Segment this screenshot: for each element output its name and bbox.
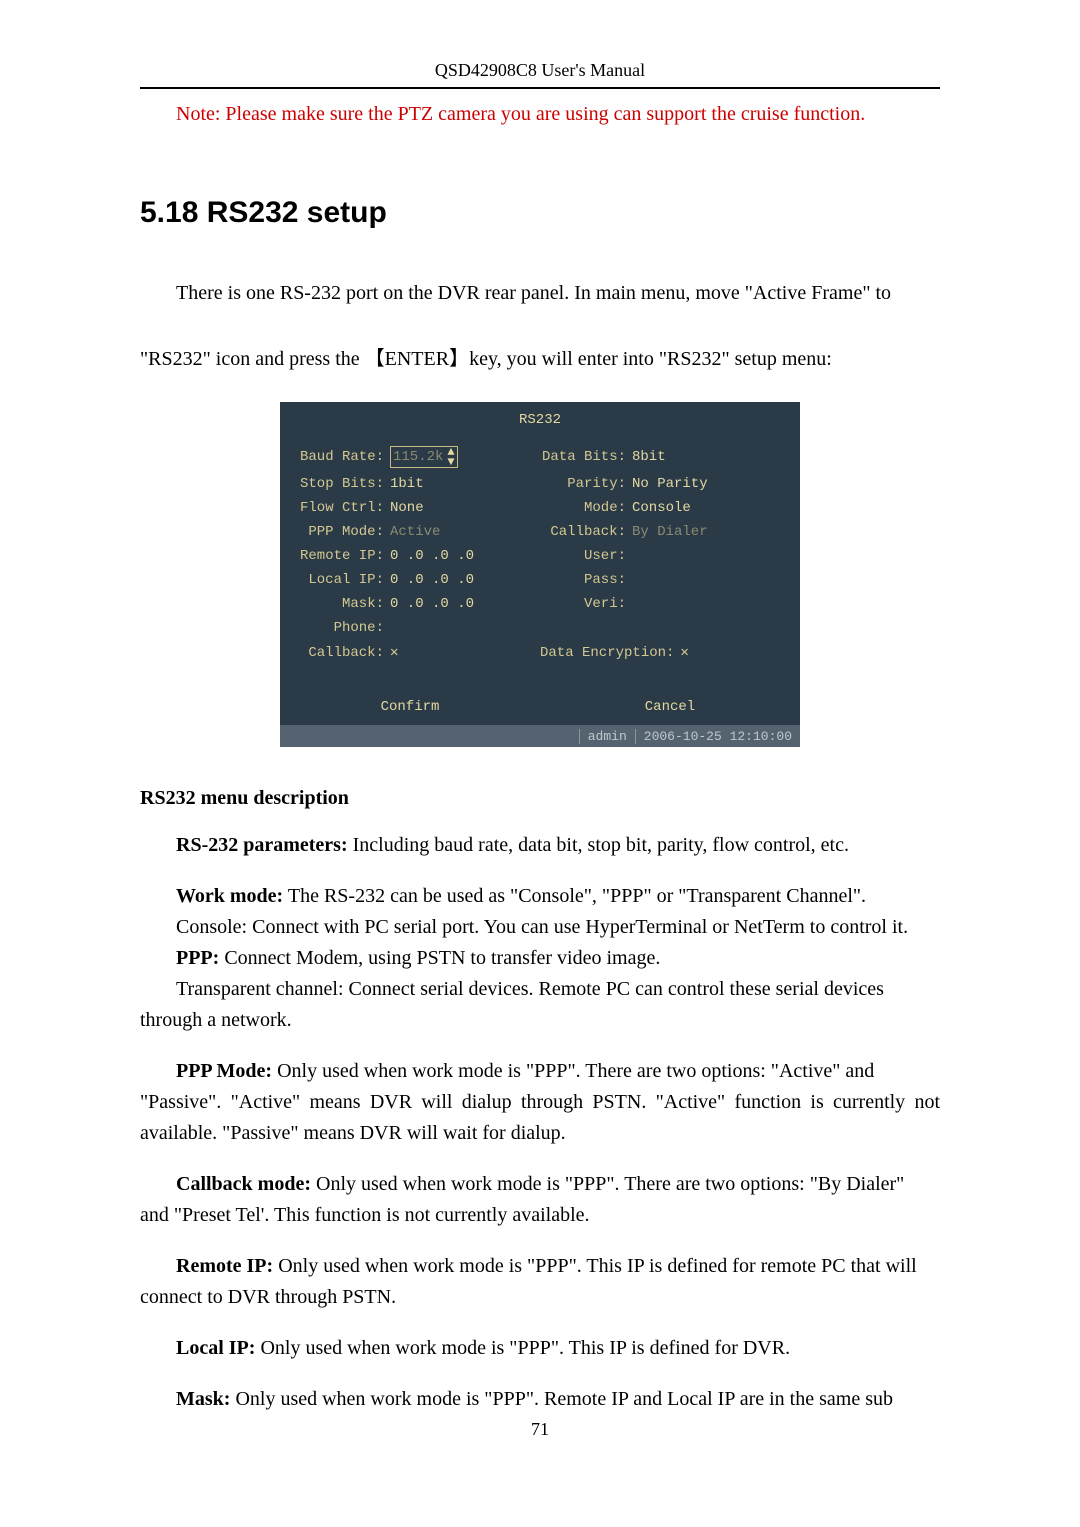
note-text: Note: Please make sure the PTZ camera yo… bbox=[140, 103, 940, 126]
mode-label: Mode: bbox=[540, 500, 626, 516]
confirm-button[interactable]: Confirm bbox=[280, 689, 540, 725]
text-remote-ip: Only used when work mode is "PPP". This … bbox=[273, 1255, 917, 1277]
text-callback-mode: Only used when work mode is "PPP". There… bbox=[311, 1173, 904, 1195]
para-console: Console: Connect with PC serial port. Yo… bbox=[140, 912, 940, 943]
mask-value[interactable]: 0 .0 .0 .0 bbox=[390, 596, 474, 612]
data-encryption-label: Data Encryption: bbox=[540, 645, 674, 661]
text-ppp: Connect Modem, using PSTN to transfer vi… bbox=[219, 947, 660, 969]
section-heading: 5.18 RS232 setup bbox=[140, 196, 940, 230]
user-label: User: bbox=[540, 548, 626, 564]
cancel-button[interactable]: Cancel bbox=[540, 689, 800, 725]
bold-mask: Mask: bbox=[176, 1388, 230, 1410]
submenu-description-heading: RS232 menu description bbox=[140, 787, 940, 810]
bold-ppp-mode: PPP Mode: bbox=[176, 1060, 272, 1082]
callback-mode-label: Callback: bbox=[540, 524, 626, 540]
bold-ppp: PPP: bbox=[176, 947, 219, 969]
text-rs232-parameters: Including baud rate, data bit, stop bit,… bbox=[348, 834, 849, 856]
para-transparent: Transparent channel: Connect serial devi… bbox=[140, 974, 940, 1005]
ppp-mode-label: PPP Mode: bbox=[298, 524, 384, 540]
callback-checkbox-label: Callback: bbox=[298, 645, 384, 661]
para-remote-ip: Remote IP: Only used when work mode is "… bbox=[140, 1251, 940, 1282]
dvr-screenshot: RS232 Baud Rate: 115.2k ▲▼ Data Bits: 8b… bbox=[140, 402, 940, 747]
callback-mode-value[interactable]: By Dialer bbox=[632, 524, 708, 540]
status-bar: admin 2006-10-25 12:10:00 bbox=[280, 725, 800, 747]
baud-rate-value: 115.2k bbox=[393, 449, 443, 465]
para-work-mode: Work mode: The RS-232 can be used as "Co… bbox=[140, 881, 940, 912]
local-ip-value[interactable]: 0 .0 .0 .0 bbox=[390, 572, 474, 588]
text-local-ip: Only used when work mode is "PPP". This … bbox=[255, 1337, 790, 1359]
para-mask: Mask: Only used when work mode is "PPP".… bbox=[140, 1384, 940, 1415]
spinner-icon[interactable]: ▲▼ bbox=[447, 447, 454, 467]
data-bits-value[interactable]: 8bit bbox=[632, 449, 666, 465]
data-encryption-checkbox[interactable]: ✕ bbox=[680, 644, 688, 661]
rs232-menu-window: RS232 Baud Rate: 115.2k ▲▼ Data Bits: 8b… bbox=[280, 402, 800, 747]
bold-callback-mode: Callback mode: bbox=[176, 1173, 311, 1195]
remote-ip-value[interactable]: 0 .0 .0 .0 bbox=[390, 548, 474, 564]
dvr-title: RS232 bbox=[280, 402, 800, 442]
para-ppp: PPP: Connect Modem, using PSTN to transf… bbox=[140, 943, 940, 974]
flow-ctrl-value[interactable]: None bbox=[390, 500, 424, 516]
status-time: 2006-10-25 12:10:00 bbox=[636, 729, 800, 744]
para-ppp-mode-cont: "Passive". "Active" means DVR will dialu… bbox=[140, 1087, 940, 1149]
status-user: admin bbox=[579, 729, 636, 744]
bold-remote-ip: Remote IP: bbox=[176, 1255, 273, 1277]
data-bits-label: Data Bits: bbox=[540, 449, 626, 465]
bold-local-ip: Local IP: bbox=[176, 1337, 255, 1359]
para-transparent-cont: through a network. bbox=[140, 1005, 940, 1036]
para-callback-mode-cont: and "Preset Tel'. This function is not c… bbox=[140, 1200, 940, 1231]
page-number: 71 bbox=[140, 1419, 940, 1440]
para-callback-mode: Callback mode: Only used when work mode … bbox=[140, 1169, 940, 1200]
pass-label: Pass: bbox=[540, 572, 626, 588]
bold-rs232-parameters: RS-232 parameters: bbox=[176, 834, 348, 856]
parity-label: Parity: bbox=[540, 476, 626, 492]
veri-label: Veri: bbox=[540, 596, 626, 612]
callback-checkbox[interactable]: ✕ bbox=[390, 644, 398, 661]
bold-work-mode: Work mode: bbox=[176, 885, 283, 907]
remote-ip-label: Remote IP: bbox=[298, 548, 384, 564]
text-mask: Only used when work mode is "PPP". Remot… bbox=[230, 1388, 893, 1410]
intro-line2: "RS232" icon and press the 【ENTER】key, y… bbox=[140, 336, 940, 382]
stop-bits-value[interactable]: 1bit bbox=[390, 476, 424, 492]
para-local-ip: Local IP: Only used when work mode is "P… bbox=[140, 1333, 940, 1364]
baud-rate-label: Baud Rate: bbox=[298, 449, 384, 465]
text-work-mode: The RS-232 can be used as "Console", "PP… bbox=[283, 885, 866, 907]
local-ip-label: Local IP: bbox=[298, 572, 384, 588]
ppp-mode-value[interactable]: Active bbox=[390, 524, 440, 540]
mask-label: Mask: bbox=[298, 596, 384, 612]
flow-ctrl-label: Flow Ctrl: bbox=[298, 500, 384, 516]
baud-rate-select[interactable]: 115.2k ▲▼ bbox=[390, 446, 458, 468]
mode-value[interactable]: Console bbox=[632, 500, 691, 516]
intro-line1: There is one RS-232 port on the DVR rear… bbox=[140, 270, 940, 316]
stop-bits-label: Stop Bits: bbox=[298, 476, 384, 492]
para-remote-ip-cont: connect to DVR through PSTN. bbox=[140, 1282, 940, 1313]
text-ppp-mode: Only used when work mode is "PPP". There… bbox=[272, 1060, 874, 1082]
running-header: QSD42908C8 User's Manual bbox=[140, 60, 940, 89]
para-rs232-parameters: RS-232 parameters: Including baud rate, … bbox=[140, 830, 940, 861]
para-ppp-mode: PPP Mode: Only used when work mode is "P… bbox=[140, 1056, 940, 1087]
phone-label: Phone: bbox=[298, 620, 384, 636]
parity-value[interactable]: No Parity bbox=[632, 476, 708, 492]
